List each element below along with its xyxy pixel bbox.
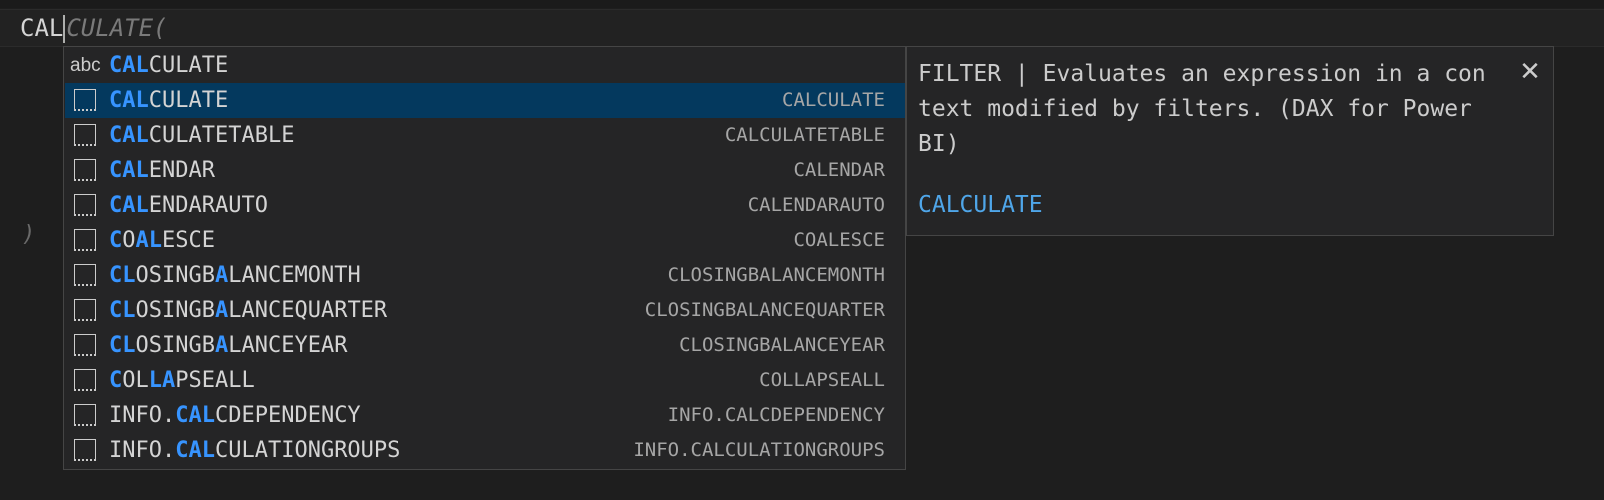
suggest-item-detail: COLLAPSEALL [759, 369, 885, 391]
suggest-item-detail: CALCULATE [782, 89, 885, 111]
suggest-item[interactable]: CLOSINGBALANCEQUARTER CLOSINGBALANCEQUART… [65, 293, 905, 328]
suggest-item-detail: CLOSINGBALANCEYEAR [679, 334, 885, 356]
label-part: CULATIONGROUPS [214, 438, 401, 463]
label-part: CDEPENDENCY [214, 403, 361, 428]
function-kind-icon [74, 299, 96, 321]
suggest-item[interactable]: COALESCE COALESCE [65, 223, 905, 258]
suggest-item-detail: CLOSINGBALANCEQUARTER [644, 299, 885, 321]
code-line[interactable]: CAL CULATE( [20, 11, 168, 45]
label-part: CULATETABLE [148, 123, 295, 148]
typed-text: CAL [20, 14, 64, 42]
label-part: LANCEYEAR [228, 333, 348, 358]
suggest-item-label: CALENDARAUTO [109, 188, 268, 223]
suggest-item[interactable]: COLLAPSEALL COLLAPSEALL [65, 363, 905, 398]
label-part: PSEALL [175, 368, 255, 393]
match-highlight: CAL [109, 88, 149, 113]
match-highlight: CAL [109, 193, 149, 218]
suggest-item-label: CALENDAR [109, 153, 215, 188]
match-highlight: AL [135, 228, 163, 253]
function-kind-icon [74, 404, 96, 426]
function-kind-icon [74, 369, 96, 391]
suggest-item[interactable]: CALENDARAUTO CALENDARAUTO [65, 188, 905, 223]
function-kind-icon [74, 334, 96, 356]
suggest-item-label: COLLAPSEALL [109, 363, 255, 398]
match-highlight: CAL [175, 438, 215, 463]
suggest-item-label: CLOSINGBALANCEMONTH [109, 258, 361, 293]
function-kind-icon [74, 264, 96, 286]
label-part: O [122, 228, 136, 253]
function-kind-icon [74, 124, 96, 146]
suggest-item-detail: INFO.CALCDEPENDENCY [667, 404, 885, 426]
match-highlight: CL [109, 298, 136, 323]
label-part: INFO. [109, 403, 176, 428]
suggest-item[interactable]: INFO.CALCDEPENDENCY INFO.CALCDEPENDENCY [65, 398, 905, 433]
suggestion-details-panel: FILTER | Evaluates an expression in a co… [906, 46, 1554, 236]
suggest-item[interactable]: CALCULATETABLE CALCULATETABLE [65, 118, 905, 153]
suggest-item-detail: COALESCE [793, 229, 885, 251]
match-highlight: CL [109, 333, 136, 358]
suggest-item-label: CLOSINGBALANCEQUARTER [109, 293, 387, 328]
suggestion-details-text: FILTER | Evaluates an expression in a co… [918, 61, 1486, 157]
label-part: ESCE [162, 228, 215, 253]
close-icon[interactable]: ✕ [1517, 59, 1543, 85]
label-part: LANCEQUARTER [228, 298, 388, 323]
match-highlight: CAL [109, 53, 149, 78]
suggest-widget: abc CALCULATE CALCULATE CALCULATE CALCULATET… [63, 46, 906, 470]
suggest-item-label: CALCULATETABLE [109, 118, 294, 153]
label-part: OSINGB [135, 298, 215, 323]
suggestion-details-link[interactable]: CALCULATE [918, 192, 1043, 218]
label-part: OL [122, 368, 149, 393]
suggest-item[interactable]: CALENDAR CALENDAR [65, 153, 905, 188]
function-kind-icon [74, 159, 96, 181]
suggest-item[interactable]: CLOSINGBALANCEYEAR CLOSINGBALANCEYEAR [65, 328, 905, 363]
label-part: ENDAR [148, 158, 215, 183]
suggest-item-detail: INFO.CALCULATIONGROUPS [633, 439, 885, 461]
text-kind-icon: abc [70, 55, 101, 76]
function-kind-icon [74, 89, 96, 111]
suggest-item-label: COALESCE [109, 223, 215, 258]
suggest-item-detail: CLOSINGBALANCEMONTH [667, 264, 885, 286]
match-highlight: LA [148, 368, 176, 393]
match-highlight: CAL [109, 123, 149, 148]
suggest-item[interactable]: abc CALCULATE [65, 48, 905, 83]
label-part: ENDARAUTO [148, 193, 268, 218]
suggest-item[interactable]: CLOSINGBALANCEMONTH CLOSINGBALANCEMONTH [65, 258, 905, 293]
function-kind-icon [74, 229, 96, 251]
label-part: INFO. [109, 438, 176, 463]
suggest-item[interactable]: INFO.CALCULATIONGROUPS INFO.CALCULATIONGR… [65, 433, 905, 468]
match-highlight: A [214, 298, 229, 323]
current-line-highlight [0, 9, 1604, 47]
match-highlight: CAL [175, 403, 215, 428]
label-part: OSINGB [135, 263, 215, 288]
match-highlight: A [214, 333, 229, 358]
suggest-item-label: INFO.CALCDEPENDENCY [109, 398, 361, 433]
suggest-item-label: CALCULATE [109, 83, 228, 118]
match-highlight: C [109, 368, 123, 393]
label-part: CULATE [148, 88, 229, 113]
suggest-item-detail: CALENDARAUTO [747, 194, 885, 216]
editor-top-strip [0, 0, 1604, 8]
suggest-item-detail: CALENDAR [793, 159, 885, 181]
match-highlight: A [214, 263, 229, 288]
suggest-item-detail: CALCULATETABLE [724, 124, 885, 146]
match-highlight: CL [109, 263, 136, 288]
label-part: LANCEMONTH [228, 263, 361, 288]
suggest-item-label: CALCULATE [109, 48, 228, 83]
function-kind-icon [74, 194, 96, 216]
suggest-item-label: CLOSINGBALANCEYEAR [109, 328, 347, 363]
label-part: OSINGB [135, 333, 215, 358]
closing-paren: ) [22, 222, 36, 247]
match-highlight: CAL [109, 158, 149, 183]
suggest-item-label: INFO.CALCULATIONGROUPS [109, 433, 400, 468]
match-highlight: C [109, 228, 123, 253]
inline-ghost-suggestion[interactable]: CULATE( [66, 14, 167, 42]
suggest-item[interactable]: CALCULATE CALCULATE [65, 83, 905, 118]
label-part: CULATE [148, 53, 229, 78]
function-kind-icon [74, 439, 96, 461]
